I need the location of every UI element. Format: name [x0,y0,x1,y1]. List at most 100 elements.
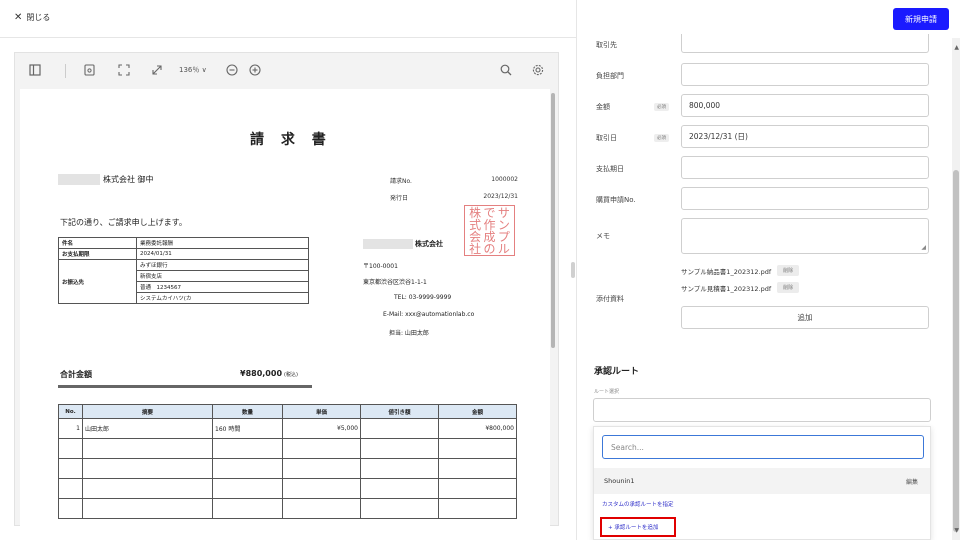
table-row [58,498,517,519]
route-search-input[interactable]: Search... [602,435,924,459]
cell-qty: 160 時間 [212,418,283,439]
due-date-field[interactable] [681,156,929,179]
attachment-filename[interactable]: サンプル見積書1_202312.pdf [681,283,771,293]
delete-attachment-button[interactable]: 削除 [777,282,800,293]
info-label: 件名 [58,237,137,249]
purchase-no-label: 購買申請No. [596,196,636,204]
total-tax-note: (税込) [284,372,298,378]
expand-icon[interactable] [151,64,163,80]
column-header: 摘要 [82,404,213,419]
attachment-item: サンプル見積書1_202312.pdf 削除 [681,282,800,293]
cell-amount: ¥800,000 [438,418,517,439]
settings-icon[interactable] [532,64,544,80]
table-row [58,458,517,479]
total-label: 合計金額 [60,370,92,379]
memo-label: メモ [596,232,610,240]
sidebar-toggle-icon[interactable] [29,64,41,80]
issue-date: 発行日 2023/12/31 [390,193,518,202]
dept-field[interactable] [681,63,929,86]
required-badge: 必須 [654,134,669,142]
info-value: 業務委託報酬 [136,237,309,249]
route-option[interactable]: Shounin1 編集 [594,468,930,494]
purchase-no-field[interactable] [681,187,929,210]
info-value: 普通 1234567 [136,281,309,293]
due-date-label: 支払期日 [596,165,624,173]
table-row: お振込先 みずほ銀行 [58,259,309,304]
invoice-number-label: 請求No. [390,178,412,185]
scroll-down-icon[interactable]: ▼ [954,527,959,534]
amount-label: 金額 [596,103,610,111]
info-label: お支払期限 [58,248,137,260]
delete-attachment-button[interactable]: 削除 [777,265,800,276]
dept-label: 負担部門 [596,72,624,80]
invoice-title: 請 求 書 [250,132,332,148]
seller-email: E-Mail: xxx@automationlab.co [383,311,475,318]
total-underline [58,385,312,388]
invoice-intro: 下記の通り、ご請求申し上げます。 [60,218,187,227]
table-row: お支払期限 2024/01/31 [58,248,309,260]
fullscreen-icon[interactable] [118,64,130,80]
route-select-label: ルート選択 [594,389,620,395]
total-amount: ¥880,000 [240,369,283,378]
panel-resize-handle[interactable] [571,262,575,278]
new-application-button[interactable]: 新規申請 [893,8,949,30]
issue-date-label: 発行日 [390,195,409,202]
invoice-info-table: 件名 業務委託報酬 お支払期限 2024/01/31 お振込先 みずほ銀行 新宿… [58,237,309,304]
scroll-up-icon[interactable]: ▲ [954,44,959,51]
column-header: 数量 [212,404,283,419]
seller-tel: TEL: 03-9999-9999 [394,294,452,301]
column-header: 金額 [438,404,517,419]
info-value: 新宿支店 [136,270,309,282]
top-bar: ✕ 閉じる [0,0,576,38]
edit-route-button[interactable]: 編集 [906,477,918,486]
cell-no: 1 [58,418,83,439]
invoice-recipient: 株式会社 御中 [58,174,154,185]
close-button[interactable]: ✕ 閉じる [14,12,50,23]
resize-grip-icon[interactable]: ◢ [921,244,926,251]
seller-name: 株式会社 [363,239,443,249]
column-header: 単価 [282,404,361,419]
attachment-filename[interactable]: サンプル納品書1_202312.pdf [681,266,771,276]
memo-textarea[interactable]: ◢ [681,218,929,254]
zoom-out-icon[interactable] [226,64,238,80]
add-attachment-button[interactable]: 追加 [681,306,929,329]
approval-route-title: 承認ルート [594,367,640,377]
total-value: ¥880,000 (税込) [240,369,298,378]
cell-desc: 山田太郎 [82,418,213,439]
table-row [58,478,517,499]
zoom-level[interactable]: 136％ ∨ [179,65,207,75]
redacted-name [58,174,100,185]
seller-postal: 〒100-0001 [363,263,398,270]
add-route-button[interactable]: + 承認ルートを追加 [600,517,676,537]
amount-field[interactable]: 800,000 [681,94,929,117]
table-row: 1 山田太郎 160 時間 ¥5,000 ¥800,000 [58,418,517,439]
search-icon[interactable] [500,64,512,80]
redacted-seller [363,239,413,249]
close-label: 閉じる [26,13,51,22]
cell-discount [360,418,439,439]
close-icon: ✕ [14,11,23,23]
zoom-in-icon[interactable] [249,64,261,80]
seller-person: 担当: 山田太郎 [389,330,429,337]
cell-unit: ¥5,000 [282,418,361,439]
route-select[interactable] [593,398,931,422]
column-header: 値引き額 [360,404,439,419]
info-value: 2024/01/31 [136,248,309,260]
table-row [58,438,517,459]
partner-label: 取引先 [596,41,617,49]
viewer-scrollbar[interactable] [551,93,555,348]
toolbar-divider [65,64,66,78]
custom-route-link[interactable]: カスタムの承認ルートを指定 [602,500,674,508]
date-field[interactable]: 2023/12/31 (日) [681,125,929,148]
required-badge: 必須 [654,103,669,111]
seller-name-text: 株式会社 [415,240,443,248]
page-fit-icon[interactable] [84,64,95,80]
partner-field[interactable] [681,34,929,53]
application-form-panel: 新規申請 取引先 負担部門 金額 必須 800,000 取引日 必須 2023/… [576,0,960,540]
panel-scrollbar-thumb[interactable] [953,170,959,532]
date-label: 取引日 [596,134,617,142]
table-header-row: No. 摘要 数量 単価 値引き額 金額 [58,404,517,419]
viewer-toolbar: 136％ ∨ [15,53,558,89]
issue-date-value: 2023/12/31 [483,193,518,200]
column-header: No. [58,404,83,419]
